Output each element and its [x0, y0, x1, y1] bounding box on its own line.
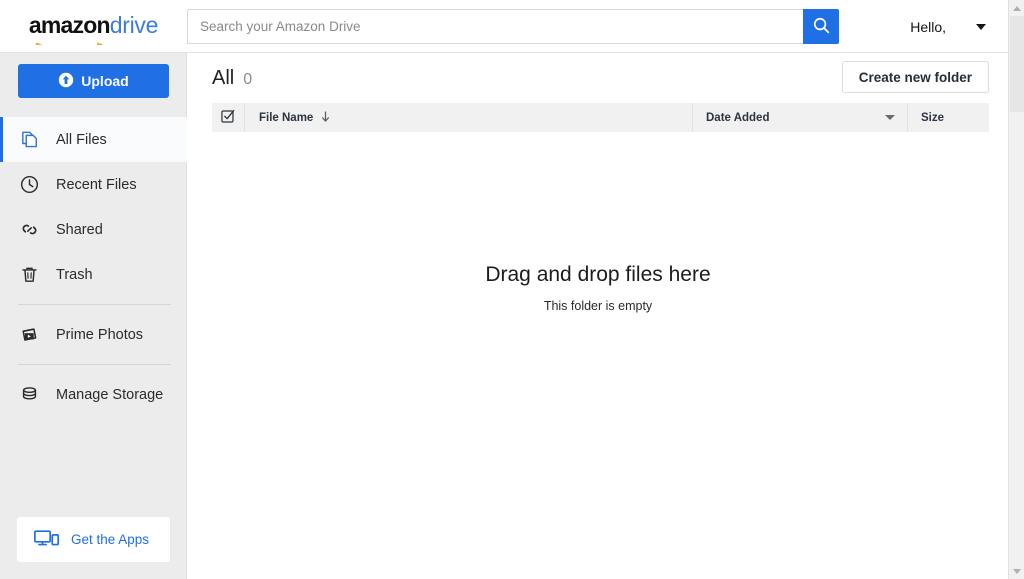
sidebar-item-label: Recent Files — [56, 176, 137, 193]
database-icon — [18, 384, 40, 406]
monitor-phone-icon — [33, 527, 61, 553]
column-header-size-label: Size — [921, 111, 945, 124]
sidebar-item-all-files[interactable]: All Files — [0, 117, 187, 162]
empty-state: Drag and drop files here This folder is … — [188, 263, 1008, 313]
clock-icon — [18, 174, 40, 196]
sidebar-item-shared[interactable]: Shared — [0, 207, 187, 252]
search-submit-button[interactable] — [803, 9, 839, 44]
amazon-drive-page: amazondrive Search your Amazon Drive Hel… — [0, 0, 1024, 579]
link-chain-icon — [18, 219, 40, 241]
top-navigation-bar: amazondrive Search your Amazon Drive Hel… — [0, 0, 1008, 53]
page-title: All 0 — [212, 67, 252, 90]
file-table-header: File Name Date Added Size — [212, 103, 989, 132]
sidebar-item-label: Shared — [56, 221, 103, 238]
logo-text-drive: drive — [109, 11, 159, 38]
page-title-text: All — [212, 66, 235, 89]
column-header-file-name-label: File Name — [259, 111, 314, 124]
amazon-drive-logo[interactable]: amazondrive — [0, 0, 187, 53]
column-header-date-added-label: Date Added — [706, 111, 770, 124]
search-input[interactable] — [187, 9, 803, 44]
arrow-down-icon — [320, 110, 331, 126]
photo-play-icon — [18, 324, 40, 346]
empty-state-subtitle: This folder is empty — [543, 299, 653, 313]
scroll-down-arrow-icon[interactable] — [1009, 563, 1024, 579]
select-all-checkbox[interactable] — [212, 103, 244, 132]
column-header-file-name[interactable]: File Name — [244, 103, 692, 132]
sidebar-item-label: Trash — [56, 266, 93, 283]
search-icon — [812, 16, 831, 38]
files-copy-icon — [18, 129, 40, 151]
sidebar-item-trash[interactable]: Trash — [0, 252, 187, 297]
content-header: All 0 Create new folder — [188, 53, 1008, 103]
sidebar-divider-1 — [18, 304, 171, 305]
sidebar: Upload All Files Recent Files Shared Tra… — [0, 53, 187, 579]
main-content: All 0 Create new folder File Name Date A… — [188, 53, 1008, 579]
sidebar-item-label: All Files — [56, 131, 107, 148]
sidebar-item-recent-files[interactable]: Recent Files — [0, 162, 187, 207]
chevron-down-icon — [976, 23, 986, 30]
column-header-date-added[interactable]: Date Added — [692, 103, 907, 132]
column-header-size[interactable]: Size — [907, 103, 989, 132]
sidebar-item-label: Manage Storage — [56, 386, 164, 403]
get-the-apps-label: Get the Apps — [71, 532, 150, 547]
account-greeting: Hello, — [910, 18, 946, 35]
sidebar-item-prime-photos[interactable]: Prime Photos — [0, 312, 187, 357]
empty-state-title: Drag and drop files here — [485, 263, 711, 286]
scrollbar-thumb[interactable] — [1010, 16, 1024, 112]
search-bar — [187, 9, 839, 44]
sidebar-navigation: All Files Recent Files Shared Trash Prim… — [0, 117, 187, 417]
account-menu[interactable]: Hello, — [910, 0, 986, 53]
item-count: 0 — [243, 70, 253, 88]
trash-icon — [18, 264, 40, 286]
upload-button-label: Upload — [81, 73, 129, 89]
create-new-folder-button[interactable]: Create new folder — [841, 61, 989, 93]
upload-arrow-icon — [58, 72, 74, 91]
sidebar-item-manage-storage[interactable]: Manage Storage — [0, 372, 187, 417]
get-the-apps-button[interactable]: Get the Apps — [17, 517, 170, 562]
sidebar-item-label: Prime Photos — [56, 326, 144, 343]
checkbox-checked-icon — [220, 108, 236, 127]
scroll-up-arrow-icon[interactable] — [1009, 0, 1024, 16]
upload-button[interactable]: Upload — [18, 64, 169, 98]
chevron-down-icon — [885, 115, 895, 120]
sidebar-divider-2 — [18, 364, 171, 365]
page-scrollbar[interactable] — [1008, 0, 1024, 579]
amazon-swoosh-icon — [35, 33, 113, 45]
